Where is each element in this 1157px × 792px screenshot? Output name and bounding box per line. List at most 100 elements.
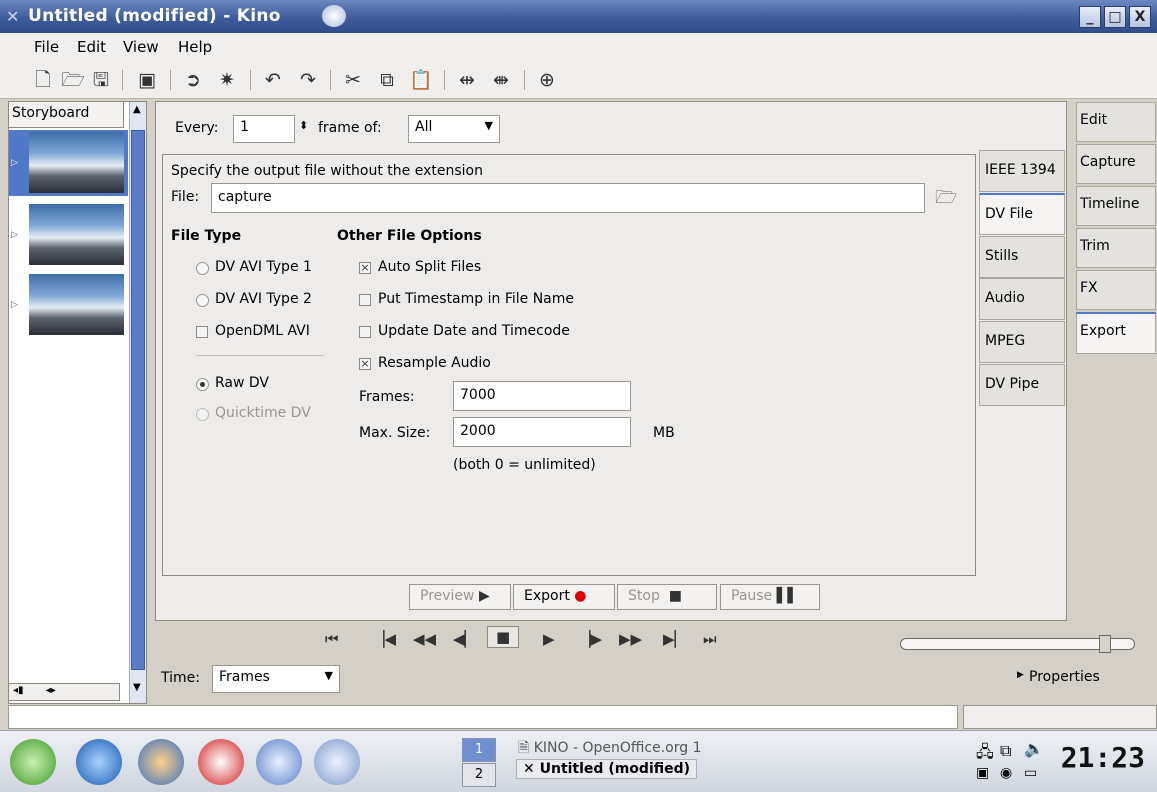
auto-split-checkbox[interactable]: × (359, 262, 371, 274)
camera-icon[interactable]: ▣ (134, 67, 160, 93)
file-input[interactable]: capture (211, 183, 925, 213)
tab-edit[interactable]: Edit (1076, 102, 1156, 142)
tab-dv-pipe[interactable]: DV Pipe (979, 364, 1065, 406)
minimize-button[interactable]: _ (1079, 6, 1101, 28)
new-file-icon[interactable]: 🗋 (30, 67, 56, 93)
menu-view[interactable]: View (123, 38, 159, 56)
volume-icon[interactable]: 🔈 (1024, 739, 1044, 758)
scroll-down-icon[interactable]: ▼ (133, 682, 141, 693)
tab-trim[interactable]: Trim (1076, 228, 1156, 268)
pause-button[interactable]: Pause ▌▌ (720, 584, 820, 610)
control-center-icon[interactable] (138, 739, 184, 785)
frames-input[interactable]: 7000 (453, 381, 631, 411)
step-back-icon[interactable]: ◀▏ (453, 630, 476, 648)
first-frame-icon[interactable]: ⏮ (325, 630, 339, 648)
opendml-label[interactable]: OpenDML AVI (215, 323, 310, 339)
maximize-button[interactable]: □ (1104, 6, 1126, 28)
update-date-checkbox[interactable] (359, 326, 371, 338)
dv-avi-type1-label[interactable]: DV AVI Type 1 (215, 259, 312, 275)
cut-icon[interactable]: ✂ (340, 67, 366, 93)
dv-avi-type2-label[interactable]: DV AVI Type 2 (215, 291, 312, 307)
storyboard-scene[interactable]: ▷ (9, 202, 128, 268)
close-button[interactable]: X (1129, 6, 1151, 28)
paste-icon[interactable]: 📋 (408, 67, 434, 93)
home-folder-icon[interactable] (76, 739, 122, 785)
dv-avi-type1-radio[interactable] (196, 262, 209, 275)
raw-dv-radio[interactable] (196, 378, 209, 391)
raw-dv-label[interactable]: Raw DV (215, 375, 269, 391)
storyboard-scene[interactable]: ▷ (9, 130, 128, 196)
tab-dv-file[interactable]: DV File (979, 193, 1065, 235)
copy-icon[interactable]: ⧉ (374, 67, 400, 93)
slider-knob[interactable] (1099, 635, 1111, 653)
split-scene-icon[interactable]: ✷ (214, 67, 240, 93)
menu-help[interactable]: Help (178, 38, 212, 56)
scene-expand-icon[interactable]: ▷ (11, 230, 18, 240)
clipboard-icon[interactable]: ⧉ (1000, 741, 1011, 761)
export-button[interactable]: Export ● (513, 584, 615, 610)
network-icon[interactable]: ▣ (976, 765, 989, 781)
quicktime-dv-label[interactable]: Quicktime DV (215, 405, 311, 421)
auto-split-label[interactable]: Auto Split Files (378, 259, 481, 275)
folder-icon[interactable]: 🗁 (935, 185, 957, 215)
quicktime-dv-radio[interactable] (196, 408, 209, 421)
desktop-1-button[interactable]: 1 (462, 738, 496, 762)
system-tray-icon[interactable]: 🖧 (976, 741, 994, 768)
save-icon[interactable]: 🖫 (88, 67, 114, 93)
stop-playback-icon[interactable]: ■ (487, 626, 520, 648)
put-timestamp-checkbox[interactable] (359, 294, 371, 306)
storyboard-tab[interactable]: Storyboard (9, 102, 124, 128)
scroll-up-icon[interactable]: ▲ (133, 104, 141, 115)
position-slider[interactable] (900, 635, 1135, 653)
step-forward-icon[interactable]: ▕▶ (579, 630, 602, 648)
dv-avi-type2-radio[interactable] (196, 294, 209, 307)
tab-capture[interactable]: Capture (1076, 144, 1156, 184)
next-scene-icon[interactable]: ▶▏ (663, 630, 686, 648)
desktop-2-button[interactable]: 2 (462, 763, 496, 787)
help-center-icon[interactable] (198, 739, 244, 785)
preview-button[interactable]: Preview ▶ (409, 584, 511, 610)
opendml-checkbox[interactable] (196, 326, 208, 338)
tab-stills[interactable]: Stills (979, 236, 1065, 278)
update-date-label[interactable]: Update Date and Timecode (378, 323, 570, 339)
clock[interactable]: 21:23 (1061, 741, 1145, 774)
properties-link[interactable]: Properties (1029, 669, 1100, 685)
resample-audio-label[interactable]: Resample Audio (378, 355, 491, 371)
menu-edit[interactable]: Edit (77, 38, 106, 56)
scrollbar-thumb[interactable] (131, 130, 145, 670)
konqueror-icon[interactable] (256, 739, 302, 785)
put-timestamp-label[interactable]: Put Timestamp in File Name (378, 291, 574, 307)
frame-of-select[interactable]: All ▼ (408, 115, 500, 143)
rewind-icon[interactable]: ◀◀ (413, 630, 436, 648)
kino-task[interactable]: ✕ Untitled (modified) (516, 759, 698, 779)
undo-icon[interactable]: ↶ (260, 67, 286, 93)
last-frame-icon[interactable]: ⏭ (703, 630, 717, 648)
expand-arrow-icon[interactable]: ▶ (1017, 670, 1024, 680)
title-bar[interactable]: ✕ Untitled (modified) - Kino _ □ X (0, 0, 1157, 33)
menu-file[interactable]: File (34, 38, 59, 56)
tab-audio[interactable]: Audio (979, 278, 1065, 320)
tab-ieee-1394[interactable]: IEEE 1394 (979, 150, 1065, 192)
storyboard-scene[interactable]: ▷ (9, 272, 128, 338)
horizontal-scrollbar[interactable]: ◂▮ ◂▸ (8, 683, 120, 701)
redo-icon[interactable]: ↷ (295, 67, 321, 93)
storyboard-scrollbar[interactable]: ▲ ▼ (129, 102, 146, 703)
spin-arrows-icon[interactable]: ⬍ (299, 119, 308, 132)
stop-button[interactable]: Stop ■ (617, 584, 717, 610)
fast-forward-icon[interactable]: ▶▶ (619, 630, 642, 648)
every-spinbox[interactable]: 1 (233, 115, 295, 143)
scene-expand-icon[interactable]: ▷ (11, 300, 18, 310)
insert-icon[interactable]: ➲ (180, 67, 206, 93)
display-icon[interactable]: ▭ (1024, 765, 1037, 781)
kmenu-icon[interactable] (10, 739, 56, 785)
resample-audio-checkbox[interactable]: × (359, 358, 371, 370)
expand-icon[interactable]: ⇹ (454, 67, 480, 93)
openoffice-task[interactable]: 🗎 KINO - OpenOffice.org 1 (518, 737, 702, 761)
tab-fx[interactable]: FX (1076, 270, 1156, 310)
open-folder-icon[interactable]: 🗁 (60, 67, 86, 93)
previous-scene-icon[interactable]: ▕◀ (373, 630, 396, 648)
collapse-icon[interactable]: ⇼ (488, 67, 514, 93)
tab-timeline[interactable]: Timeline (1076, 186, 1156, 226)
scene-expand-icon[interactable]: ▷ (11, 158, 18, 168)
tab-mpeg[interactable]: MPEG (979, 321, 1065, 363)
